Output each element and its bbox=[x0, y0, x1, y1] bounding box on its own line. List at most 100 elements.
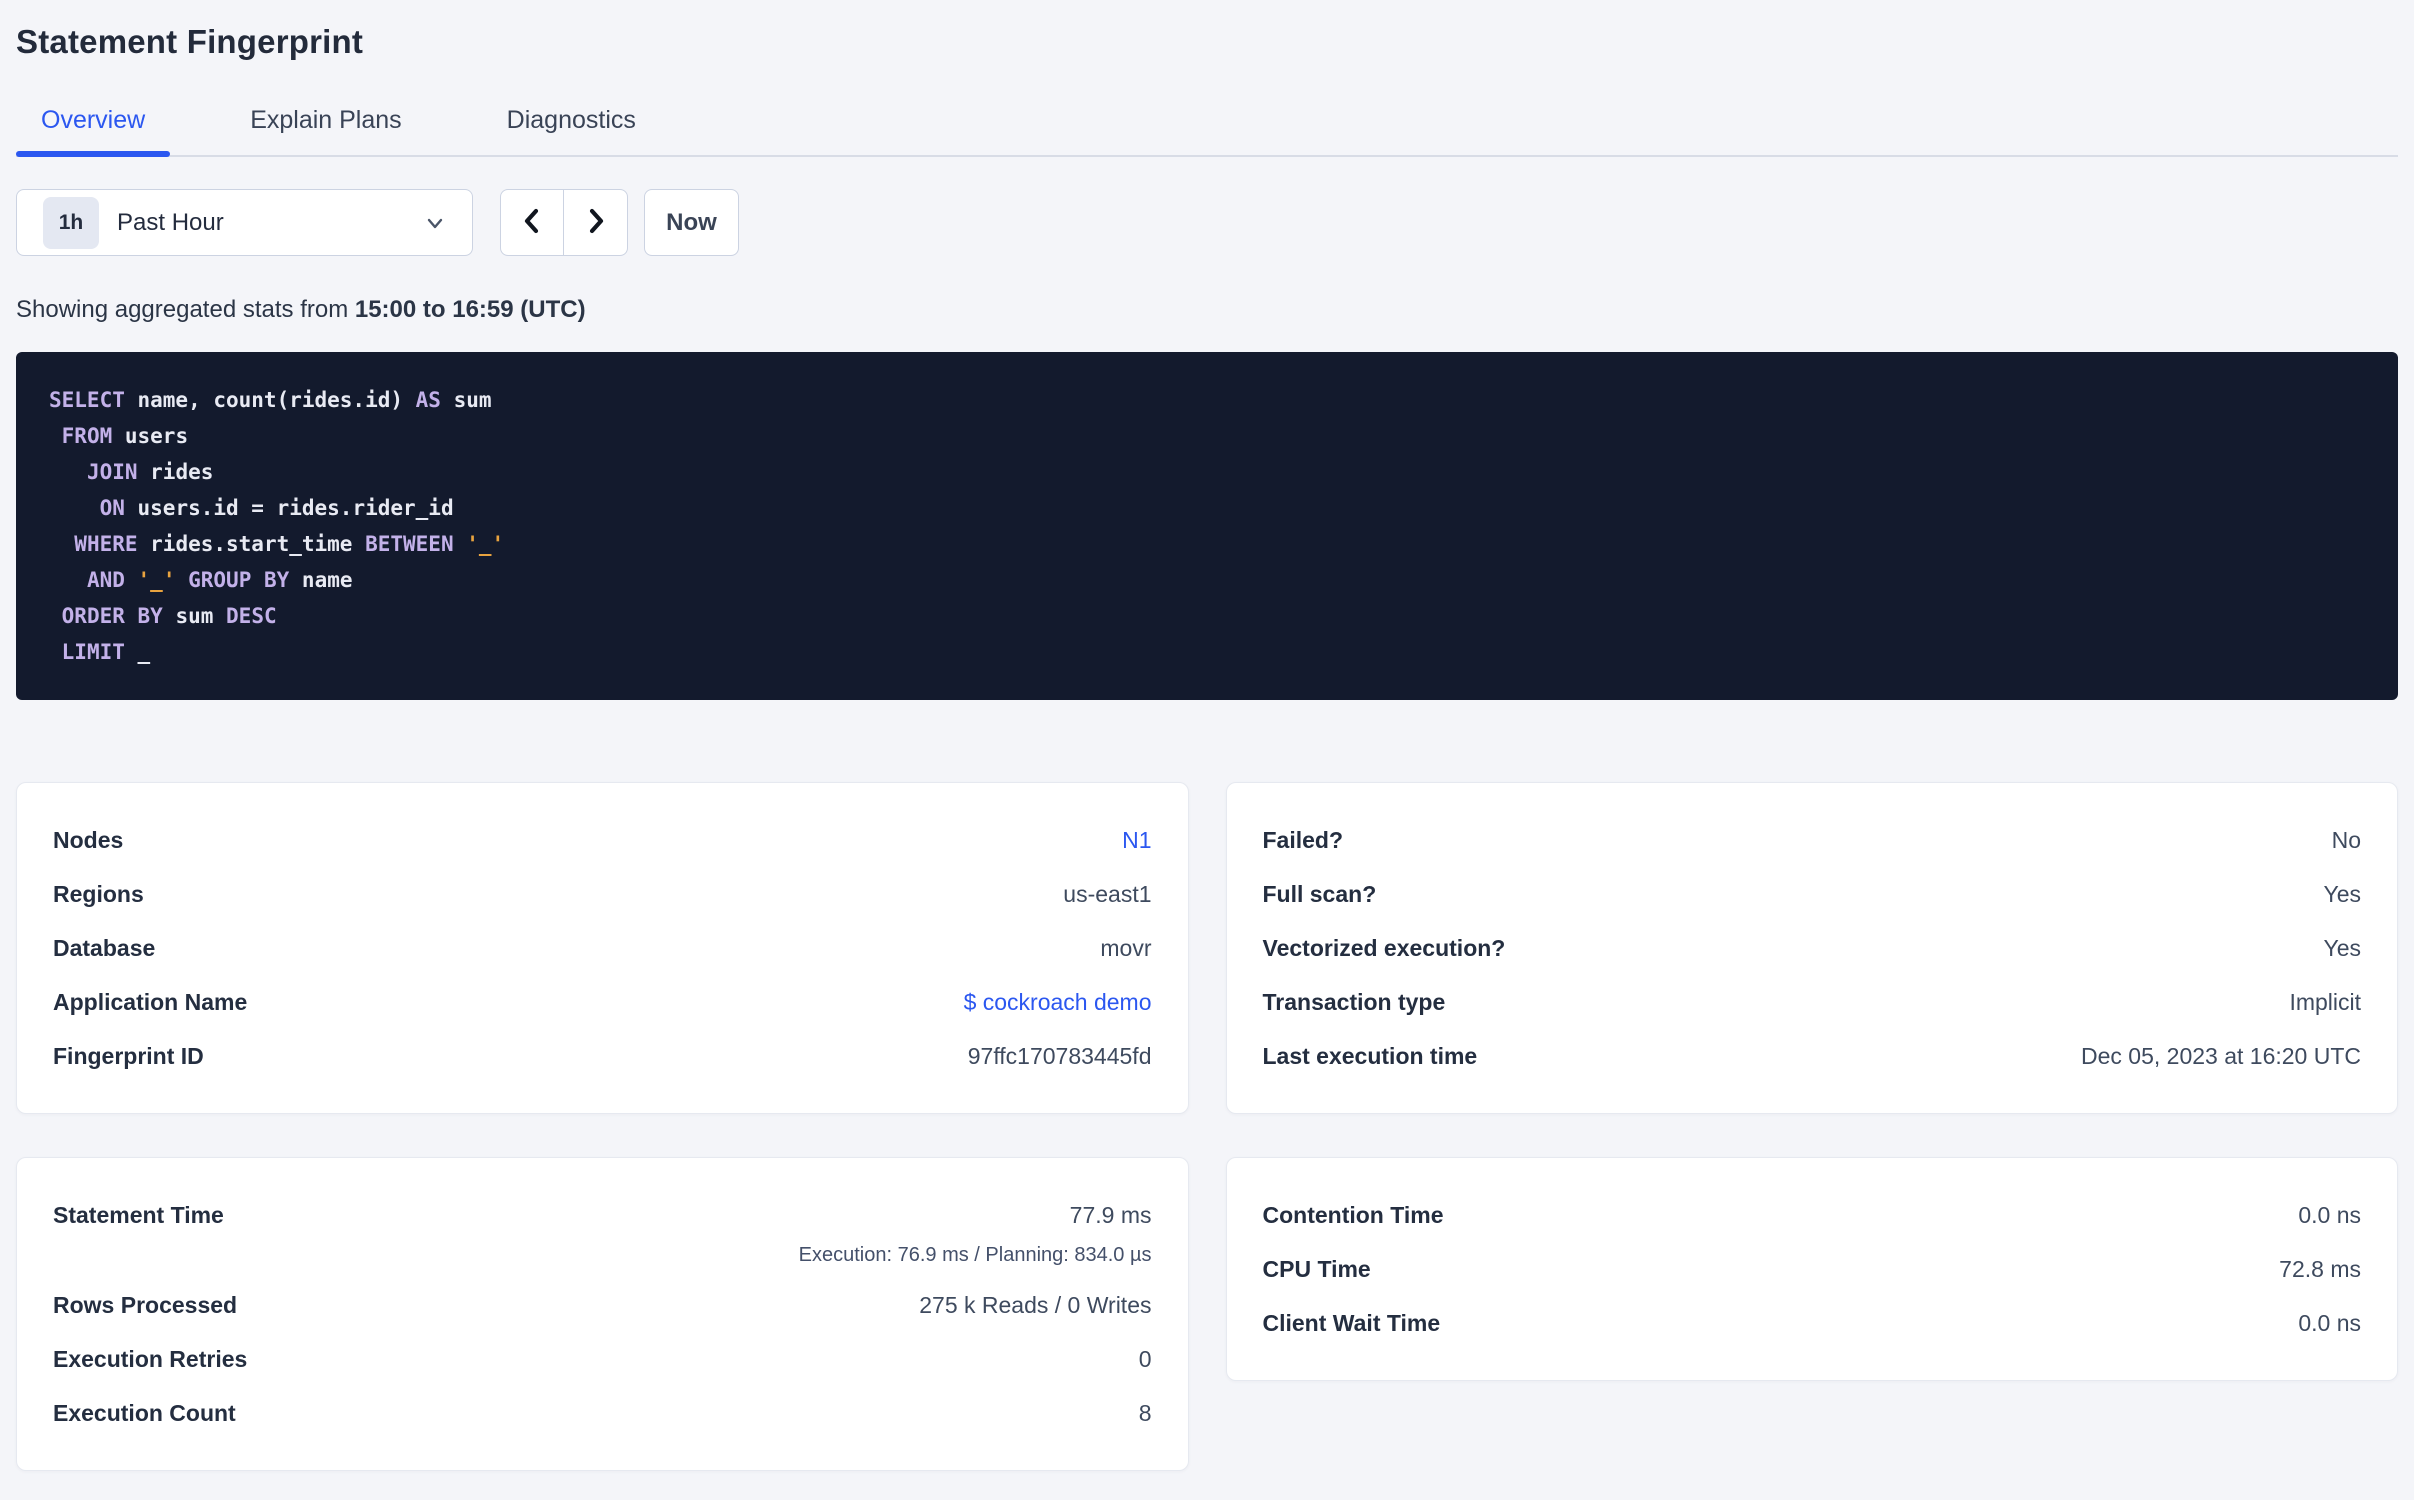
stat-value-block: 0.0 ns bbox=[2298, 1296, 2361, 1350]
stat-value-block: 275 k Reads / 0 Writes bbox=[919, 1278, 1151, 1332]
time-toolbar: 1h Past Hour Now bbox=[16, 189, 2398, 256]
stat-row-client-wait-time: Client Wait Time 0.0 ns bbox=[1263, 1296, 2362, 1350]
stat-value-block: movr bbox=[1100, 921, 1151, 975]
time-range-label: Past Hour bbox=[117, 208, 224, 236]
stat-label: Full scan? bbox=[1262, 881, 1377, 907]
stat-row-nodes: Nodes N1 bbox=[53, 813, 1152, 867]
stat-value-block: Yes bbox=[2323, 867, 2361, 921]
stat-label: Last execution time bbox=[1262, 1043, 1478, 1069]
chevron-down-icon bbox=[424, 212, 446, 234]
attributes-card: Failed? No Full scan? Yes Vectorized executi… bbox=[1225, 782, 2398, 1114]
stat-label: Vectorized execution? bbox=[1262, 935, 1506, 961]
stat-label: Fingerprint ID bbox=[53, 1043, 204, 1069]
stat-row-database: Database movr bbox=[53, 921, 1152, 975]
prev-time-button[interactable] bbox=[501, 190, 564, 255]
sql-line: ORDER BY sum DESC bbox=[61, 604, 277, 628]
stat-label: Client Wait Time bbox=[1262, 1310, 1441, 1336]
stat-value-block: 97ffc170783445fd bbox=[968, 1029, 1152, 1083]
stat-value-block: No bbox=[2332, 813, 2361, 867]
stat-row-last-execution-time: Last execution time Dec 05, 2023 at 16:20… bbox=[1263, 1029, 2362, 1083]
resource-stats-card: Contention Time 0.0 ns CPU Time 72.8 ms Clie… bbox=[1225, 1157, 2398, 1381]
sql-statement-box: SELECT name, count(rides.id) AS sum FROM… bbox=[16, 352, 2398, 700]
stat-label: Execution Retries bbox=[53, 1346, 248, 1372]
execution-stats-card: Statement Time 77.9 ms Execution: 76.9 ms … bbox=[16, 1157, 1189, 1471]
stat-label: Statement Time bbox=[53, 1202, 224, 1228]
general-info-card: Nodes N1 Regions us-east1 Database movr Applic… bbox=[16, 782, 1189, 1114]
stat-row-contention-time: Contention Time 0.0 ns bbox=[1263, 1188, 2362, 1242]
chevron-right-icon bbox=[584, 207, 608, 238]
stat-value-block: Dec 05, 2023 at 16:20 UTC bbox=[2081, 1029, 2361, 1083]
stat-value: No bbox=[2331, 827, 2361, 853]
sql-line: AND '_' GROUP BY name bbox=[86, 568, 353, 592]
stat-value: 8 bbox=[1138, 1400, 1152, 1426]
stat-value-block: 77.9 ms Execution: 76.9 ms / Planning: 83… bbox=[799, 1188, 1152, 1278]
stat-value-block: 0 bbox=[1139, 1332, 1152, 1386]
now-button[interactable]: Now bbox=[644, 189, 739, 256]
stat-value-block: 8 bbox=[1139, 1386, 1152, 1440]
stat-value-block: 0.0 ns bbox=[2298, 1188, 2361, 1242]
stat-label: Database bbox=[53, 935, 156, 961]
stat-value-block: us-east1 bbox=[1063, 867, 1151, 921]
stat-value: 77.9 ms bbox=[1069, 1202, 1152, 1228]
sql-line: WHERE rides.start_time BETWEEN '_' bbox=[74, 532, 505, 556]
stat-value-block: 72.8 ms bbox=[2279, 1242, 2361, 1296]
stat-value-block: Yes bbox=[2323, 921, 2361, 975]
tab-explain-plans[interactable]: Explain Plans bbox=[225, 106, 426, 155]
stat-value: Implicit bbox=[2289, 989, 2361, 1015]
stat-row-application-name: Application Name $ cockroach demo bbox=[53, 975, 1152, 1029]
stat-row-vectorized-execution: Vectorized execution? Yes bbox=[1263, 921, 2362, 975]
stat-label: Regions bbox=[53, 881, 144, 907]
statement-fingerprint-page: Statement Fingerprint Overview Explain Pl… bbox=[0, 22, 2414, 1471]
stat-value: us-east1 bbox=[1063, 881, 1152, 907]
stat-value: Yes bbox=[2323, 935, 2361, 961]
sql-line: LIMIT _ bbox=[61, 640, 151, 664]
stat-value-link[interactable]: N1 bbox=[1122, 813, 1151, 867]
stat-label: Transaction type bbox=[1262, 989, 1446, 1015]
stat-value: movr bbox=[1100, 935, 1152, 961]
sql-line: ON users.id = rides.rider_id bbox=[99, 496, 454, 520]
tab-diagnostics[interactable]: Diagnostics bbox=[482, 106, 661, 155]
stat-label: Application Name bbox=[53, 989, 248, 1015]
stat-value-block: N1 bbox=[1122, 813, 1151, 867]
stat-subvalue: Execution: 76.9 ms / Planning: 834.0 µs bbox=[798, 1244, 1152, 1266]
stat-value: Yes bbox=[2323, 881, 2361, 907]
stat-label: CPU Time bbox=[1262, 1256, 1371, 1282]
sql-line: FROM users bbox=[61, 424, 189, 448]
stat-label: Execution Count bbox=[53, 1400, 236, 1426]
stat-row-rows-processed: Rows Processed 275 k Reads / 0 Writes bbox=[53, 1278, 1152, 1332]
stat-label: Contention Time bbox=[1262, 1202, 1444, 1228]
stat-row-statement-time: Statement Time 77.9 ms Execution: 76.9 ms … bbox=[53, 1188, 1152, 1278]
stat-row-failed: Failed? No bbox=[1263, 813, 2362, 867]
next-time-button[interactable] bbox=[564, 190, 627, 255]
stat-value-block: Implicit bbox=[2289, 975, 2361, 1029]
tab-overview[interactable]: Overview bbox=[16, 106, 171, 157]
stat-value: 97ffc170783445fd bbox=[967, 1043, 1152, 1069]
stat-label: Failed? bbox=[1262, 827, 1344, 853]
time-step-buttons bbox=[500, 189, 628, 256]
stat-row-regions: Regions us-east1 bbox=[53, 867, 1152, 921]
tab-bar: Overview Explain Plans Diagnostics bbox=[16, 106, 2398, 157]
chevron-left-icon bbox=[520, 207, 544, 238]
stat-value: 275 k Reads / 0 Writes bbox=[919, 1292, 1152, 1318]
stat-row-transaction-type: Transaction type Implicit bbox=[1263, 975, 2362, 1029]
page-title: Statement Fingerprint bbox=[16, 23, 364, 60]
stat-value-link[interactable]: $ cockroach demo bbox=[964, 975, 1152, 1029]
stat-value: 0.0 ns bbox=[2298, 1310, 2361, 1336]
stat-row-execution-retries: Execution Retries 0 bbox=[53, 1332, 1152, 1386]
sql-line: SELECT name, count(rides.id) AS sum bbox=[49, 388, 492, 412]
stat-row-full-scan: Full scan? Yes bbox=[1263, 867, 2362, 921]
sql-line: JOIN rides bbox=[86, 460, 214, 484]
stat-row-cpu-time: CPU Time 72.8 ms bbox=[1263, 1242, 2362, 1296]
stat-value: 0.0 ns bbox=[2298, 1202, 2361, 1228]
stat-value: Dec 05, 2023 at 16:20 UTC bbox=[2081, 1043, 2361, 1069]
stat-value: 72.8 ms bbox=[2279, 1256, 2361, 1282]
stat-row-execution-count: Execution Count 8 bbox=[53, 1386, 1152, 1440]
stat-label: Nodes bbox=[53, 827, 124, 853]
stat-value: 0 bbox=[1138, 1346, 1152, 1372]
stat-row-fingerprint-id: Fingerprint ID 97ffc170783445fd bbox=[53, 1029, 1152, 1083]
time-range-picker[interactable]: 1h Past Hour bbox=[16, 189, 473, 256]
stat-label: Rows Processed bbox=[53, 1292, 238, 1318]
caption-prefix: Showing aggregated stats from bbox=[16, 296, 355, 323]
caption-time-range: 15:00 to 16:59 (UTC) bbox=[354, 296, 586, 323]
stat-value-block: $ cockroach demo bbox=[964, 975, 1152, 1029]
